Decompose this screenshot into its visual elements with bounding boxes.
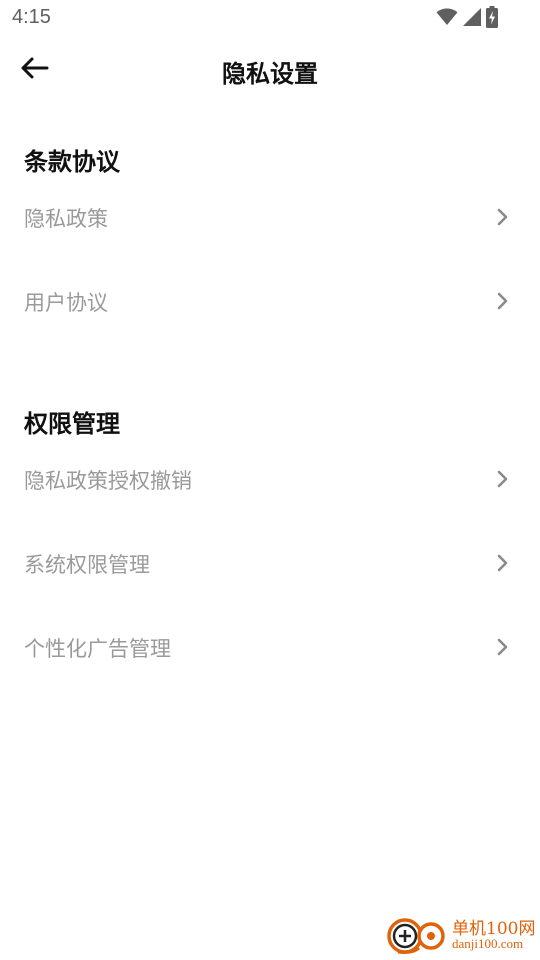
battery-charging-icon [486, 6, 498, 28]
list-item-revoke-privacy-authorization[interactable]: 隐私政策授权撤销 [0, 450, 540, 510]
chevron-right-icon [496, 291, 510, 311]
list-item-label: 隐私政策 [24, 207, 108, 231]
list-item-system-permissions[interactable]: 系统权限管理 [0, 534, 540, 594]
watermark-logo-icon [386, 916, 452, 956]
list-item-label: 系统权限管理 [24, 553, 150, 577]
signal-icon [462, 8, 482, 26]
list-item-label: 个性化广告管理 [24, 637, 171, 661]
watermark: 单机100网 danji100.com [386, 914, 536, 958]
app-bar: 隐私设置 [0, 40, 540, 100]
status-bar: 4:15 [0, 0, 540, 36]
chevron-right-icon [496, 469, 510, 489]
chevron-right-icon [496, 637, 510, 657]
chevron-right-icon [496, 207, 510, 227]
section-title-permissions: 权限管理 [24, 410, 120, 438]
page-title: 隐私设置 [222, 60, 318, 88]
list-item-label: 隐私政策授权撤销 [24, 469, 192, 493]
section-title-terms: 条款协议 [24, 148, 120, 176]
list-item-label: 用户协议 [24, 291, 108, 315]
list-item-user-agreement[interactable]: 用户协议 [0, 272, 540, 332]
list-item-privacy-policy[interactable]: 隐私政策 [0, 188, 540, 248]
wifi-icon [436, 8, 458, 26]
status-icons [436, 6, 498, 28]
list-item-personalized-ads[interactable]: 个性化广告管理 [0, 618, 540, 678]
status-time: 4:15 [12, 6, 51, 28]
watermark-url: danji100.com [452, 936, 524, 951]
chevron-right-icon [496, 553, 510, 573]
